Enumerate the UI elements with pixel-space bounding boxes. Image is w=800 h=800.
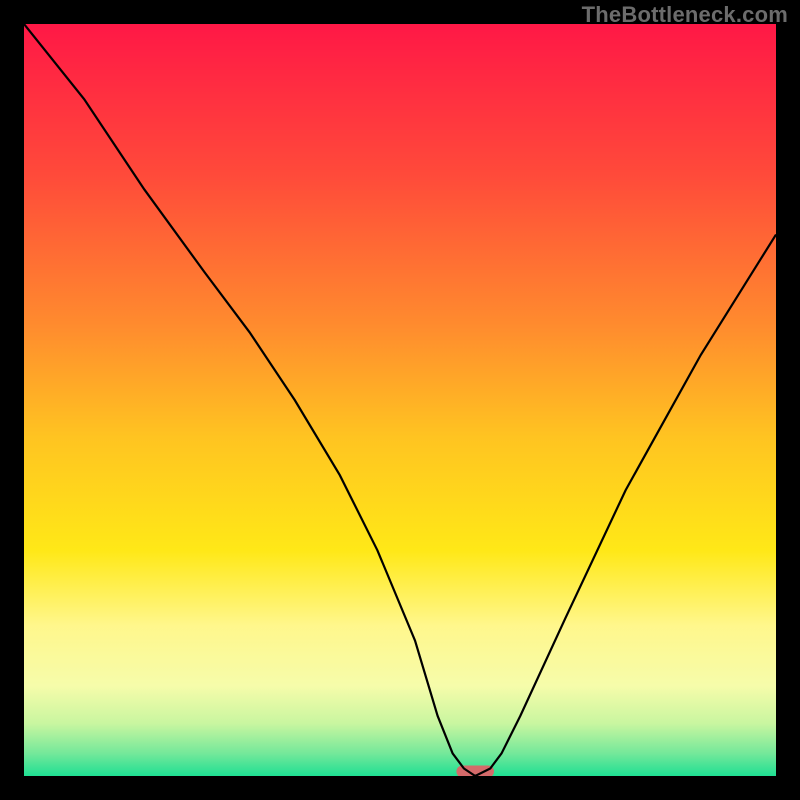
chart-frame: TheBottleneck.com — [0, 0, 800, 800]
chart-background — [24, 24, 776, 776]
bottleneck-chart — [24, 24, 776, 776]
watermark-text: TheBottleneck.com — [582, 2, 788, 28]
